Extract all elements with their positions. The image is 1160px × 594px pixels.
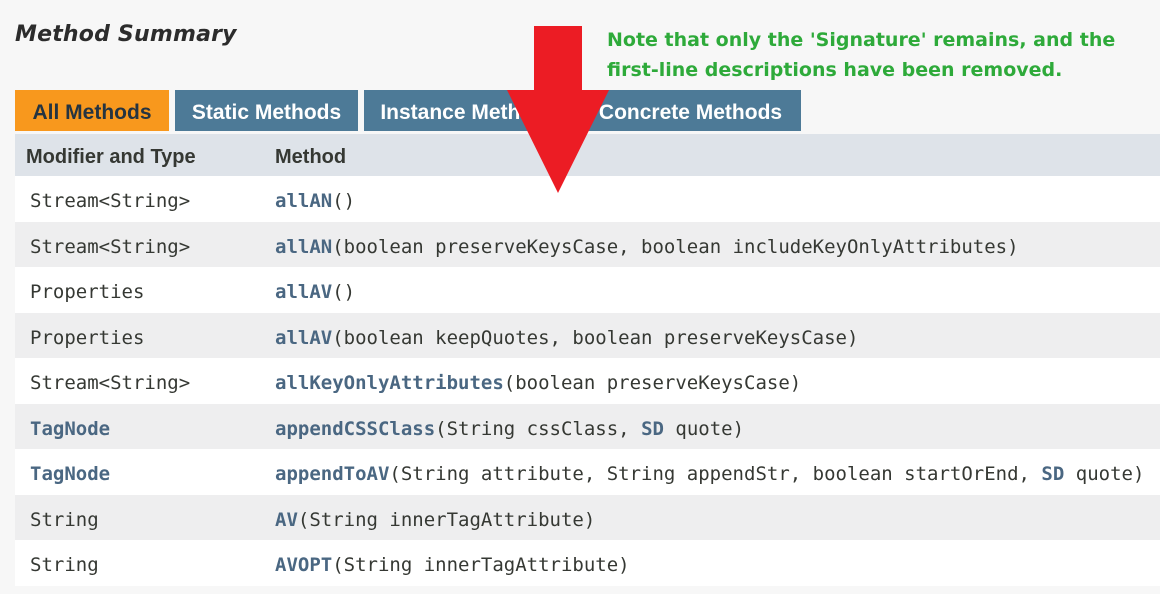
param-text: (boolean preserveKeysCase, boolean inclu…	[332, 235, 1019, 258]
method-name-link[interactable]: appendToAV	[275, 463, 389, 485]
param-text: (String innerTagAttribute)	[332, 554, 630, 576]
table-row: Stream<String> allAN(boolean preserveKeys…	[15, 221, 1160, 267]
method-name-link[interactable]: allAV	[275, 281, 332, 303]
table-row: String AVOPT(String innerTagAttribute)	[15, 540, 1160, 586]
note-line-2: first-line descriptions have been remove…	[607, 59, 1063, 81]
method-signature: allAN()	[275, 190, 355, 212]
method-signature: AVOPT(String innerTagAttribute)	[275, 554, 630, 576]
tab-instance-methods[interactable]: Instance Methods	[364, 90, 574, 131]
table-row: Properties allAV(boolean keepQuotes, bool…	[15, 312, 1160, 358]
method-name-link[interactable]: allAN	[275, 190, 332, 212]
return-type: Stream<String>	[30, 235, 191, 258]
method-signature: allAN(boolean preserveKeysCase, boolean …	[275, 236, 1019, 258]
param-text: (boolean keepQuotes, boolean preserveKey…	[332, 326, 859, 349]
method-name-link[interactable]: AVOPT	[275, 554, 332, 576]
param-text: (String attribute, String appendStr, boo…	[389, 463, 1042, 485]
return-type: Properties	[30, 326, 145, 349]
note-line-1: Note that only the 'Signature' remains, …	[607, 29, 1116, 51]
method-name-link[interactable]: allAV	[275, 327, 332, 349]
table-body: Stream<String> allAN() Stream<String> allAN…	[15, 176, 1160, 586]
return-type-link[interactable]: TagNode	[30, 418, 110, 440]
method-name-link[interactable]: AV	[275, 509, 298, 531]
param-text: (String innerTagAttribute)	[297, 508, 596, 531]
return-type: Stream<String>	[30, 190, 191, 212]
return-type: Stream<String>	[30, 372, 191, 394]
method-signature: allAV()	[275, 281, 355, 303]
param-text: (String cssClass,	[435, 417, 642, 440]
method-signature: allKeyOnlyAttributes(boolean preserveKey…	[275, 372, 801, 394]
return-type: String	[30, 508, 99, 531]
tab-static-methods[interactable]: Static Methods	[175, 90, 358, 131]
method-name-link[interactable]: allAN	[275, 236, 332, 258]
table-row: TagNode appendCSSClass(String cssClass, S…	[15, 403, 1160, 449]
header-modifier-and-type: Modifier and Type	[26, 146, 196, 168]
method-name-link[interactable]: appendCSSClass	[275, 418, 435, 440]
method-signature: appendToAV(String attribute, String appe…	[275, 463, 1144, 485]
method-signature: AV(String innerTagAttribute)	[275, 509, 595, 531]
param-text: quote)	[663, 417, 745, 440]
table-row: Properties allAV()	[15, 267, 1160, 313]
param-text: ()	[332, 281, 356, 303]
return-type: String	[30, 554, 99, 576]
annotation-note: Note that only the 'Signature' remains, …	[607, 25, 1115, 85]
page-title: Method Summary	[15, 22, 237, 47]
table-header: Modifier and Type Method	[15, 134, 1160, 176]
param-text: quote)	[1064, 463, 1145, 485]
tab-all-methods[interactable]: All Methods	[15, 90, 169, 131]
return-type-link[interactable]: TagNode	[30, 463, 110, 485]
param-text: ()	[332, 190, 356, 212]
param-type-link[interactable]: SD	[1041, 463, 1064, 485]
method-name-link[interactable]: allKeyOnlyAttributes	[275, 372, 504, 394]
tab-concrete-methods[interactable]: Concrete Methods	[580, 90, 801, 131]
method-signature: allAV(boolean keepQuotes, boolean preser…	[275, 327, 858, 349]
table-row: String AV(String innerTagAttribute)	[15, 494, 1160, 540]
param-type-link[interactable]: SD	[641, 418, 664, 440]
table-row: Stream<String> allAN()	[15, 176, 1160, 222]
method-signature: appendCSSClass(String cssClass, SD quote…	[275, 418, 744, 440]
table-row: Stream<String> allKeyOnlyAttributes(boole…	[15, 358, 1160, 404]
table-row: TagNode appendToAV(String attribute, Stri…	[15, 449, 1160, 495]
method-summary-table: Modifier and Type Method Stream<String> a…	[15, 134, 1160, 586]
param-text: (boolean preserveKeysCase)	[503, 372, 802, 394]
header-method: Method	[275, 146, 347, 168]
return-type: Properties	[30, 281, 145, 303]
